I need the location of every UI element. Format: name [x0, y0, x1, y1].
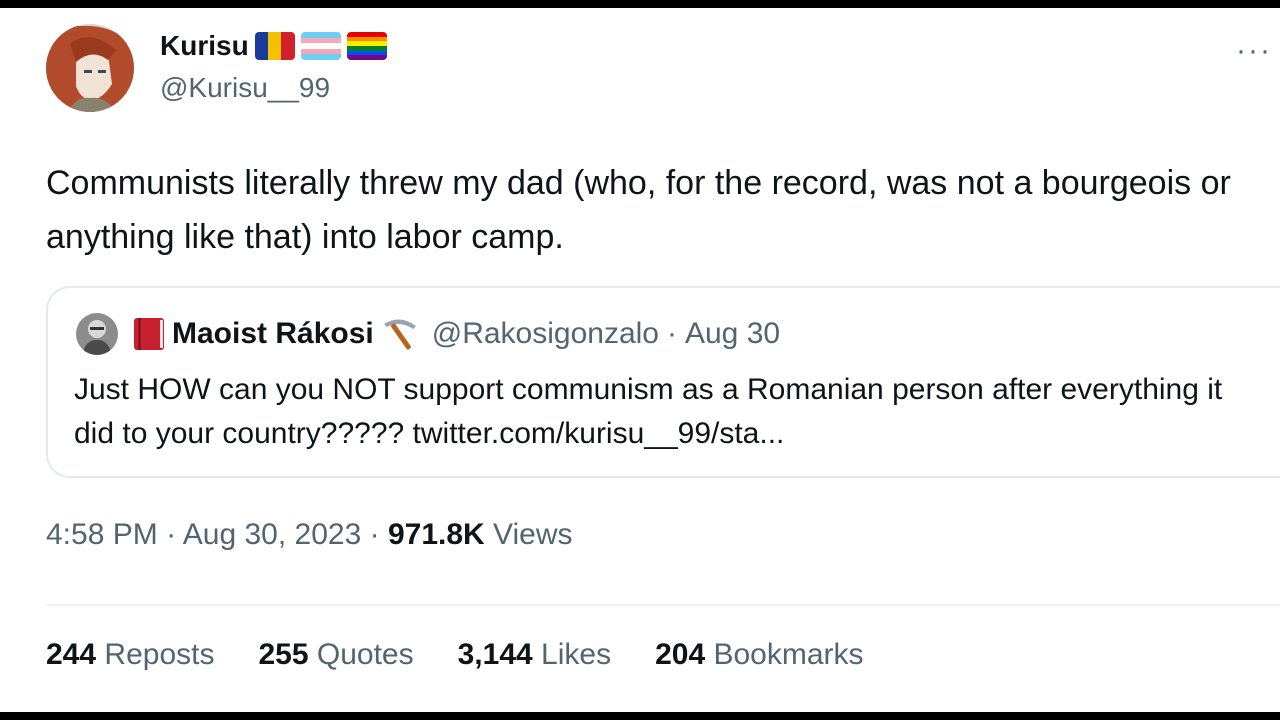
romania-flag-icon: [254, 32, 295, 60]
rainbow-flag-icon: [346, 32, 387, 60]
bookmarks-stat[interactable]: 204 Bookmarks: [655, 638, 863, 672]
tweet-text: Communists literally threw my dad (who, …: [46, 164, 1231, 256]
quotes-label: Quotes: [316, 638, 414, 671]
meta-separator: ·: [166, 518, 177, 551]
quoted-separator: ·: [666, 317, 677, 350]
book-icon: [132, 316, 166, 352]
quoted-author-avatar[interactable]: [76, 313, 118, 355]
quoted-handle[interactable]: @Rakosigonzalo: [432, 317, 659, 351]
tweet-card: Kurisu @Kurisu__99 ··· Communists litera…: [0, 8, 1280, 712]
meta-separator: ·: [369, 518, 380, 551]
engagement-stats: 244 Reposts 255 Quotes 3,144 Likes 204 B…: [46, 638, 864, 672]
quoted-tweet-header: Maoist Rákosi @Rakosigonzalo · Aug 30: [76, 313, 780, 355]
reposts-stat[interactable]: 244 Reposts: [46, 638, 214, 672]
divider: [46, 604, 1280, 606]
quoted-text: Just HOW can you NOT support communism a…: [74, 373, 1223, 450]
reposts-count: 244: [46, 638, 97, 671]
quotes-stat[interactable]: 255 Quotes: [258, 638, 413, 672]
author-avatar[interactable]: [46, 24, 134, 112]
quotes-count: 255: [258, 638, 309, 671]
likes-count: 3,144: [457, 638, 533, 671]
bookmarks-count: 204: [655, 638, 706, 671]
more-options-icon[interactable]: ···: [1236, 34, 1272, 68]
author-handle[interactable]: @Kurisu__99: [160, 72, 330, 104]
pickaxe-icon: [380, 314, 420, 354]
trans-flag-icon: [300, 32, 341, 60]
bookmarks-label: Bookmarks: [713, 638, 864, 671]
tweet-meta-row: 4:58 PM · Aug 30, 2023 · 971.8K Views: [46, 518, 573, 552]
author-display-name[interactable]: Kurisu: [160, 30, 249, 62]
tweet-date[interactable]: Aug 30, 2023: [183, 518, 362, 551]
views-count: 971.8K: [387, 518, 485, 551]
tweet-time[interactable]: 4:58 PM: [46, 518, 158, 551]
quoted-tweet[interactable]: Maoist Rákosi @Rakosigonzalo · Aug 30 Ju…: [46, 286, 1280, 478]
anime-avatar-icon: [46, 24, 134, 112]
quoted-display-name[interactable]: Maoist Rákosi: [172, 317, 374, 351]
portrait-avatar-icon: [76, 313, 118, 355]
likes-stat[interactable]: 3,144 Likes: [458, 638, 611, 672]
author-name-row: Kurisu: [160, 26, 387, 66]
reposts-label: Reposts: [104, 638, 215, 671]
quoted-date[interactable]: Aug 30: [685, 317, 780, 351]
views-label: Views: [493, 518, 573, 551]
likes-label: Likes: [541, 638, 612, 671]
